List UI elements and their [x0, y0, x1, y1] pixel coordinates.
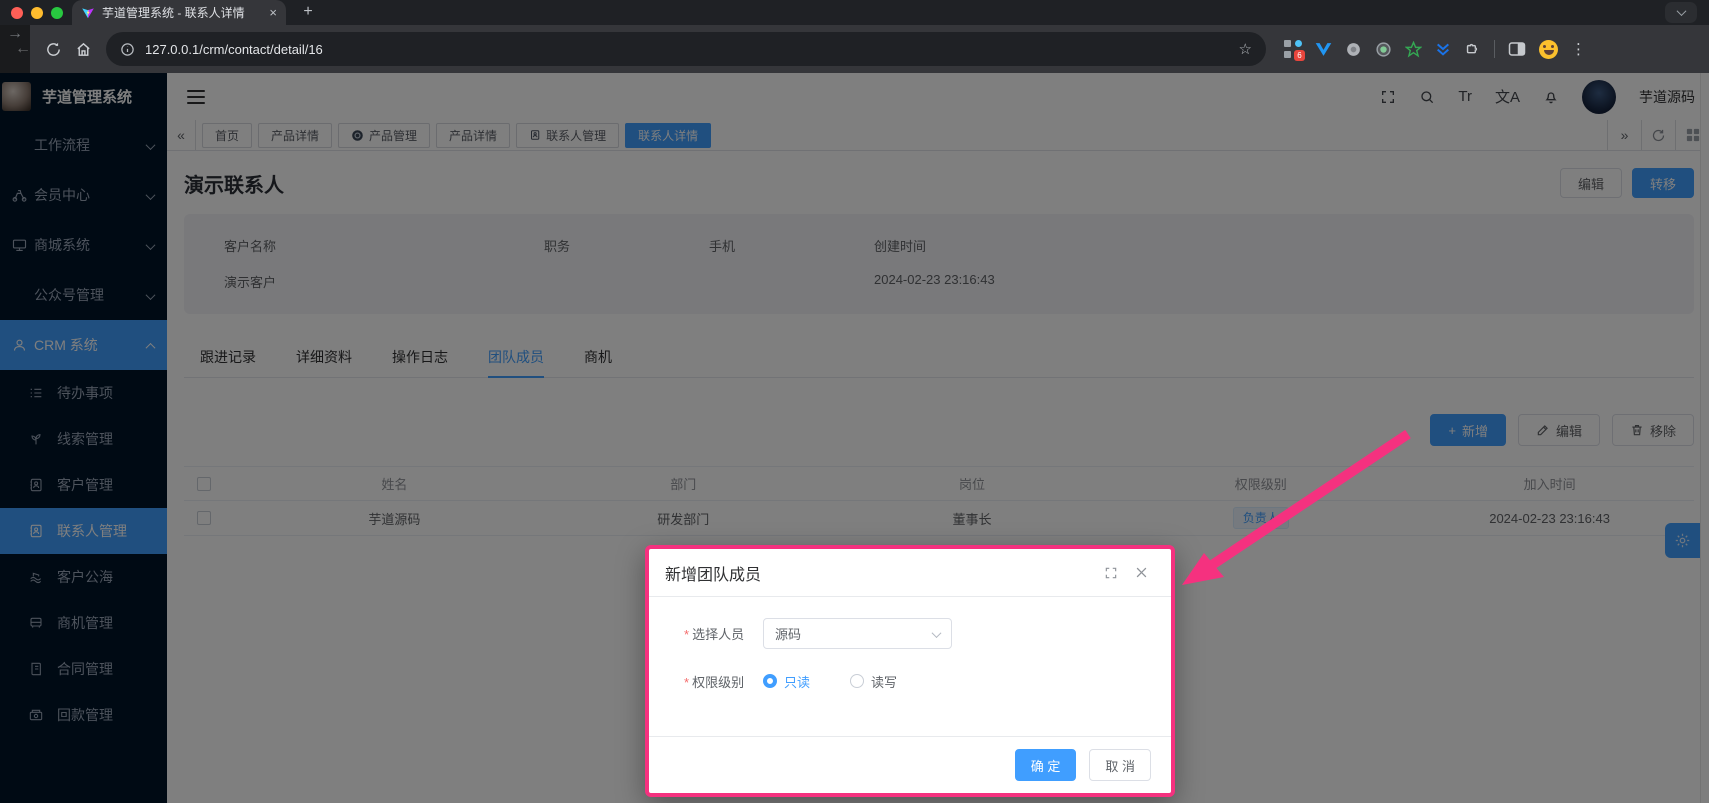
browser-tab-strip: 芋道管理系统 - 联系人详情 × + — [0, 0, 1709, 25]
forward-button[interactable]: → — [0, 25, 30, 73]
tab-close-icon[interactable]: × — [269, 5, 277, 20]
dialog-close-icon[interactable] — [1134, 565, 1149, 580]
extension-badge: 6 — [1294, 50, 1305, 61]
person-field-row: *选择人员 源码 — [684, 617, 1171, 649]
address-bar[interactable]: 127.0.0.1/crm/contact/detail/16 ☆ — [106, 32, 1266, 66]
browser-tab-title: 芋道管理系统 - 联系人详情 — [102, 4, 245, 21]
side-panel-icon[interactable] — [1508, 41, 1526, 57]
extension-star-icon[interactable] — [1405, 41, 1422, 58]
new-tab-button[interactable]: + — [298, 2, 318, 22]
reload-button[interactable] — [38, 41, 68, 58]
confirm-button[interactable]: 确 定 — [1015, 749, 1077, 781]
profile-avatar-icon[interactable] — [1539, 40, 1558, 59]
required-mark: * — [684, 675, 689, 690]
window-close-button[interactable] — [11, 7, 23, 19]
extension-wheel-icon[interactable] — [1345, 41, 1362, 58]
page-viewport: 芋道管理系统 工作流程 会员中心 商城系统 公众号管理 CRM 系统 — [0, 73, 1709, 803]
dialog-header: 新增团队成员 — [649, 549, 1171, 597]
tab-search-chevron-icon[interactable] — [1665, 2, 1697, 23]
radio-unchecked-icon — [850, 674, 864, 688]
radio-checked-icon — [763, 674, 777, 688]
browser-menu-icon[interactable]: ⋮ — [1571, 40, 1586, 58]
url-text: 127.0.0.1/crm/contact/detail/16 — [145, 42, 323, 57]
level-radio-group: 只读 读写 — [763, 672, 897, 691]
window-controls — [11, 7, 63, 19]
window-minimize-button[interactable] — [31, 7, 43, 19]
site-info-icon[interactable] — [120, 42, 135, 57]
extensions-bar: 6 ⋮ — [1284, 40, 1586, 59]
radio-read-only[interactable]: 只读 — [763, 672, 810, 691]
person-select[interactable]: 源码 — [763, 618, 952, 649]
dialog-fullscreen-icon[interactable] — [1104, 566, 1118, 580]
extension-record-icon[interactable] — [1375, 41, 1392, 58]
bookmark-star-icon[interactable]: ☆ — [1239, 40, 1252, 58]
extension-vue-icon[interactable] — [1315, 42, 1332, 57]
dialog-footer: 确 定 取 消 — [649, 736, 1171, 793]
dialog-title: 新增团队成员 — [665, 561, 761, 585]
level-field-row: *权限级别 只读 读写 — [684, 665, 1171, 697]
window-maximize-button[interactable] — [51, 7, 63, 19]
dialog-body: *选择人员 源码 *权限级别 只读 读写 — [649, 597, 1171, 697]
extensions-puzzle-icon[interactable] — [1464, 41, 1481, 58]
extension-chevrons-icon[interactable] — [1435, 41, 1451, 57]
required-mark: * — [684, 627, 689, 642]
chevron-down-icon — [933, 626, 940, 641]
extension-grid-icon[interactable]: 6 — [1284, 40, 1302, 58]
browser-tab[interactable]: 芋道管理系统 - 联系人详情 × — [72, 0, 286, 25]
browser-toolbar: ← → 127.0.0.1/crm/contact/detail/16 ☆ 6 … — [0, 25, 1709, 73]
favicon-vite-icon — [81, 6, 95, 20]
add-team-member-dialog: 新增团队成员 *选择人员 源码 *权限级别 只读 — [645, 545, 1175, 797]
toolbar-divider — [1494, 40, 1495, 58]
cancel-button[interactable]: 取 消 — [1089, 749, 1151, 781]
radio-read-write[interactable]: 读写 — [850, 672, 897, 691]
home-button[interactable] — [68, 41, 98, 58]
